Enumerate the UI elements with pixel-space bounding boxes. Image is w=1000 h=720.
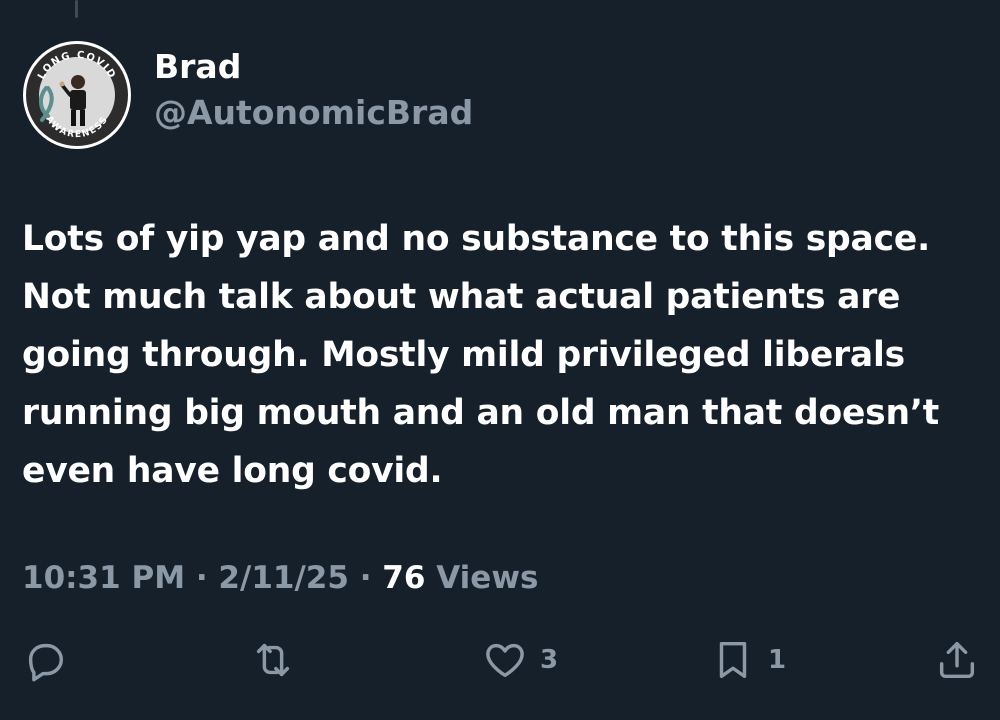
retweet-button[interactable] — [248, 630, 298, 690]
retweet-icon — [256, 643, 290, 677]
tweet-actions-bar: 3 1 — [0, 630, 1000, 690]
views-label: Views — [425, 560, 539, 596]
like-button[interactable]: 3 — [482, 630, 558, 690]
avatar-image: LONG COVID AWARENESS — [23, 41, 131, 149]
thread-connector-line — [75, 0, 78, 18]
tweet-text: Lots of yip yap and no substance to this… — [22, 219, 940, 491]
tweet-time[interactable]: 10:31 PM — [22, 560, 185, 596]
author-names: Brad @AutonomicBrad — [154, 47, 473, 137]
tweet-date[interactable]: 2/11/25 — [218, 560, 349, 596]
bookmark-button[interactable]: 1 — [710, 630, 786, 690]
bookmark-count: 1 — [768, 645, 787, 675]
avatar[interactable]: LONG COVID AWARENESS — [22, 40, 132, 150]
heart-icon — [486, 643, 524, 678]
reply-button[interactable] — [22, 630, 68, 690]
share-icon — [939, 641, 975, 679]
author-display-name[interactable]: Brad — [154, 45, 473, 89]
like-count: 3 — [540, 645, 559, 675]
meta-separator: · — [348, 560, 383, 596]
meta-separator: · — [185, 560, 219, 596]
author-handle[interactable]: @AutonomicBrad — [154, 89, 473, 137]
views-count: 76 — [382, 560, 426, 596]
tweet-header: LONG COVID AWARENESS Brad @AutonomicBrad — [22, 40, 473, 150]
reply-icon — [28, 643, 64, 682]
share-button[interactable] — [934, 630, 980, 690]
tweet-meta: 10:31 PM · 2/11/25 · 76 Views — [22, 556, 538, 600]
bookmark-icon — [719, 641, 747, 679]
